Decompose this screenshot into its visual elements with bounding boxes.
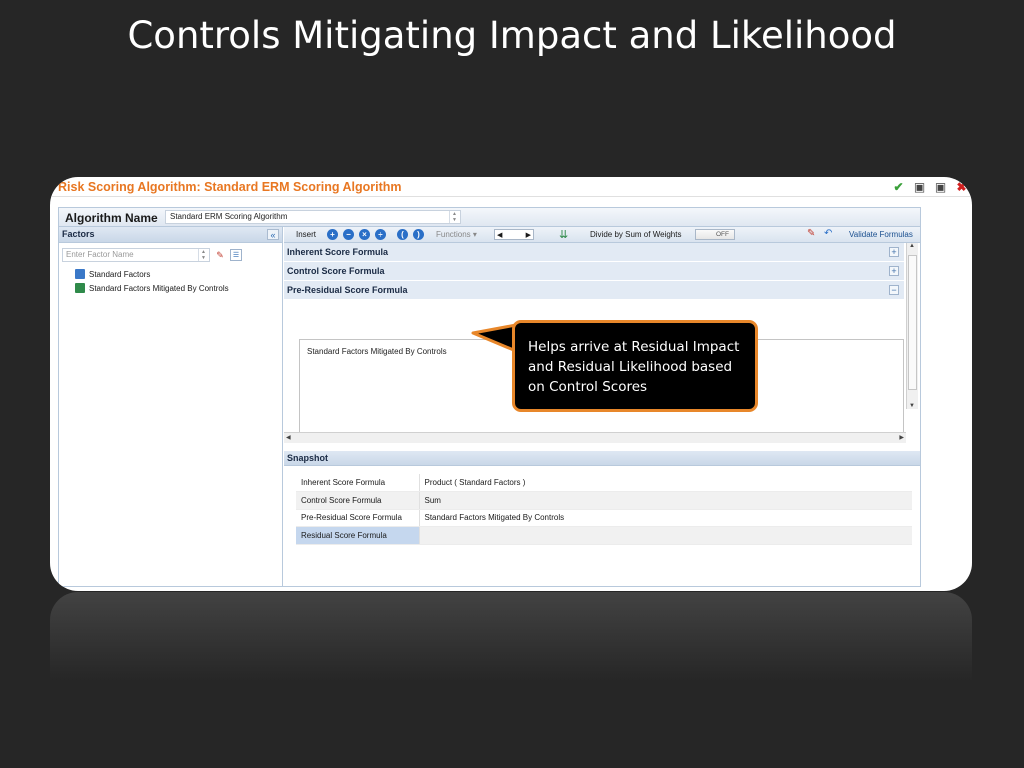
- divide-by-weights-label: Divide by Sum of Weights: [590, 230, 682, 239]
- nav-right-icon[interactable]: ▶: [526, 231, 531, 239]
- collapse-icon[interactable]: «: [267, 229, 279, 240]
- section-label: Inherent Score Formula: [287, 247, 389, 257]
- undo-icon[interactable]: ↶: [824, 228, 832, 239]
- snapshot-key: Inherent Score Formula: [296, 474, 420, 492]
- scroll-down-icon[interactable]: ▼: [909, 403, 915, 409]
- formula-toolbar: Insert + − × ÷ ( ) Functions ▾ ◀ ▶ ⇊ Div…: [284, 227, 920, 243]
- scroll-thumb[interactable]: [908, 255, 917, 390]
- scroll-left-icon[interactable]: ◀: [286, 434, 291, 441]
- section-label: Pre-Residual Score Formula: [287, 285, 408, 295]
- position-navigator[interactable]: ◀ ▶: [494, 229, 534, 240]
- sort-icon[interactable]: ⇊: [559, 228, 568, 241]
- factor-item-mitigated[interactable]: Standard Factors Mitigated By Controls: [75, 283, 229, 293]
- snapshot-key: Control Score Formula: [296, 491, 420, 510]
- close-icon[interactable]: ✖: [955, 180, 968, 194]
- section-control-score[interactable]: Control Score Formula +: [284, 262, 904, 281]
- expand-icon[interactable]: +: [889, 247, 899, 257]
- factor-item-label: Standard Factors Mitigated By Controls: [89, 283, 229, 293]
- toggle-value: OFF: [716, 231, 729, 238]
- factor-search-placeholder: Enter Factor Name: [66, 250, 134, 259]
- insert-label: Insert: [296, 230, 317, 239]
- factor-item-label: Standard Factors: [89, 269, 151, 279]
- eraser-icon[interactable]: ✎: [807, 228, 815, 239]
- factors-header: Factors «: [59, 227, 282, 243]
- snapshot-value: Standard Factors Mitigated By Controls: [419, 509, 912, 527]
- snapshot-table: Inherent Score Formula Product ( Standar…: [296, 474, 912, 545]
- factors-pane: Factors « Enter Factor Name ▲ ▼ ✎ ☰ Stand…: [59, 227, 283, 586]
- factor-search-row: Enter Factor Name ▲ ▼ ✎ ☰: [62, 248, 242, 262]
- eraser-icon[interactable]: ✎: [214, 249, 226, 261]
- frame-reflection: [50, 592, 972, 682]
- horizontal-scrollbar[interactable]: ◀ ▶: [284, 432, 906, 443]
- formula-text: Standard Factors Mitigated By Controls: [307, 347, 447, 356]
- table-row[interactable]: Inherent Score Formula Product ( Standar…: [296, 474, 912, 492]
- table-row[interactable]: Pre-Residual Score Formula Standard Fact…: [296, 509, 912, 527]
- vertical-scrollbar[interactable]: ▲ ▼: [906, 243, 918, 409]
- algorithm-name-bar: Algorithm Name Standard ERM Scoring Algo…: [59, 208, 920, 227]
- snapshot-header: Snapshot: [284, 451, 920, 466]
- algorithm-name-label: Algorithm Name: [65, 211, 158, 225]
- table-row[interactable]: Control Score Formula Sum: [296, 491, 912, 510]
- screenshot-frame: Risk Scoring Algorithm: Standard ERM Sco…: [50, 177, 972, 591]
- factor-set-icon: [75, 269, 85, 279]
- multiply-icon[interactable]: ×: [359, 229, 370, 240]
- section-inherent-score[interactable]: Inherent Score Formula +: [284, 243, 904, 262]
- scroll-right-icon[interactable]: ▶: [899, 434, 904, 441]
- snapshot-key: Pre-Residual Score Formula: [296, 509, 420, 527]
- spinner-icon[interactable]: ▲ ▼: [449, 211, 459, 223]
- save-as-icon[interactable]: ▣: [934, 180, 947, 194]
- spinner-icon[interactable]: ▲ ▼: [198, 249, 208, 261]
- save-icon[interactable]: ▣: [913, 180, 926, 194]
- open-paren-icon[interactable]: (: [397, 229, 408, 240]
- algorithm-name-input[interactable]: Standard ERM Scoring Algorithm ▲ ▼: [165, 210, 461, 224]
- section-pre-residual-score[interactable]: Pre-Residual Score Formula −: [284, 281, 904, 300]
- callout-note: Helps arrive at Residual Impact and Resi…: [512, 320, 758, 412]
- app-title: Risk Scoring Algorithm: Standard ERM Sco…: [58, 180, 402, 194]
- section-label: Control Score Formula: [287, 266, 385, 276]
- functions-label: Functions: [436, 230, 471, 239]
- functions-dropdown[interactable]: Functions ▾: [436, 230, 477, 239]
- algorithm-name-value: Standard ERM Scoring Algorithm: [170, 212, 288, 221]
- snapshot-key: Residual Score Formula: [296, 526, 420, 545]
- divide-by-weights-toggle[interactable]: OFF: [695, 229, 735, 240]
- table-row[interactable]: Residual Score Formula: [296, 526, 912, 545]
- scroll-up-icon[interactable]: ▲: [909, 243, 915, 249]
- snapshot-value: Product ( Standard Factors ): [419, 474, 912, 492]
- title-divider: [50, 196, 972, 197]
- window-actions: ✔ ▣ ▣ ✖: [892, 180, 968, 194]
- expand-icon[interactable]: +: [889, 266, 899, 276]
- collapse-icon[interactable]: −: [889, 285, 899, 295]
- factors-title: Factors: [62, 229, 95, 239]
- list-icon[interactable]: ☰: [230, 249, 242, 261]
- algorithm-editor: Algorithm Name Standard ERM Scoring Algo…: [58, 207, 921, 587]
- nav-left-icon[interactable]: ◀: [497, 231, 502, 239]
- validate-formulas-link[interactable]: Validate Formulas: [849, 230, 913, 239]
- snapshot-value: Sum: [419, 491, 912, 510]
- add-icon[interactable]: +: [327, 229, 338, 240]
- subtract-icon[interactable]: −: [343, 229, 354, 240]
- divide-icon[interactable]: ÷: [375, 229, 386, 240]
- factor-search-input[interactable]: Enter Factor Name ▲ ▼: [62, 248, 210, 262]
- callout-text: Helps arrive at Residual Impact and Resi…: [528, 339, 740, 395]
- slide-title: Controls Mitigating Impact and Likelihoo…: [127, 14, 897, 57]
- factor-item-standard-factors[interactable]: Standard Factors: [75, 269, 150, 279]
- close-paren-icon[interactable]: ): [413, 229, 424, 240]
- check-icon[interactable]: ✔: [892, 180, 905, 194]
- snapshot-title: Snapshot: [287, 453, 329, 463]
- mitigated-factor-icon: [75, 283, 85, 293]
- snapshot-value: [419, 526, 912, 545]
